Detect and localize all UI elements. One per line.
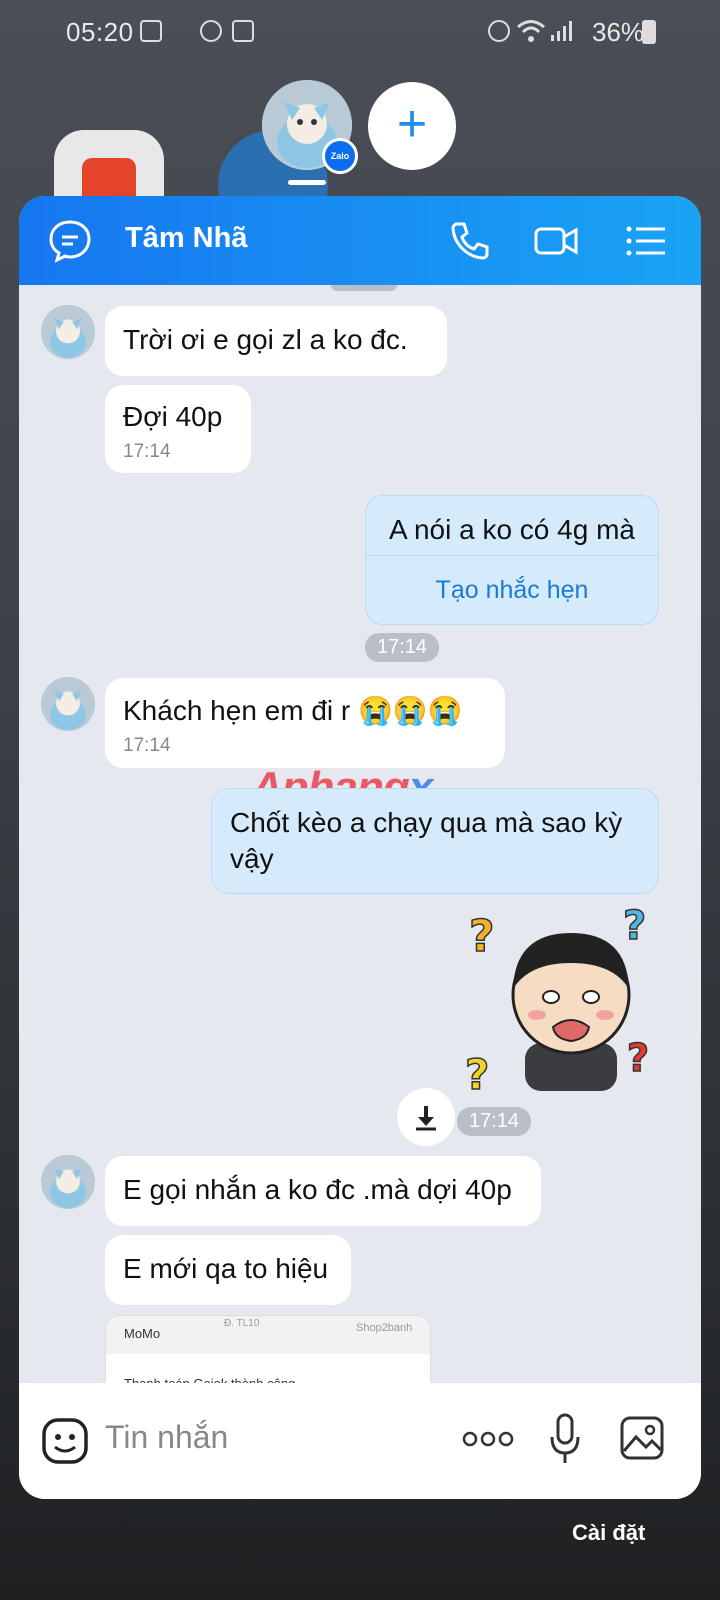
shop-label: Shop2banh [356, 1322, 413, 1334]
cat-avatar-image [41, 1155, 95, 1209]
download-icon [416, 1106, 436, 1131]
status-bar: 05:20 36% [0, 0, 720, 64]
battery-icon [642, 20, 656, 44]
image-gallery-icon[interactable] [619, 1415, 665, 1461]
more-options-icon[interactable] [461, 1429, 515, 1449]
add-bubble-button[interactable]: + [368, 82, 456, 170]
gallery-icon [232, 20, 254, 42]
svg-text:?: ? [627, 1036, 649, 1080]
chat-list-icon[interactable] [47, 218, 93, 264]
confused-boy-sticker[interactable]: ? ? ? ? [463, 903, 663, 1098]
message-bubble[interactable]: Đợi 40p 17:14 [105, 385, 251, 473]
svg-text:?: ? [469, 911, 495, 962]
alarm-icon [488, 20, 510, 42]
chat-header: Tâm Nhã [19, 196, 701, 285]
video-call-icon[interactable] [533, 218, 579, 264]
message-text: Đợi 40p [123, 401, 223, 432]
message-text: E gọi nhắn a ko đc .mà dợi 40p [123, 1174, 512, 1205]
message-bubble[interactable]: E mới qa to hiệu [105, 1235, 351, 1305]
message-text: E mới qa to hiệu [123, 1253, 329, 1284]
sticker-emoji-icon[interactable] [41, 1417, 89, 1465]
phone-call-icon[interactable] [447, 218, 493, 264]
message-bubble[interactable]: E gọi nhắn a ko đc .mà dợi 40p [105, 1156, 541, 1226]
cat-avatar-image [41, 305, 95, 359]
download-button[interactable] [397, 1088, 455, 1146]
wifi-icon [517, 20, 545, 42]
message-text: A nói a ko có 4g mà [389, 514, 635, 545]
road-label: Đ. TL10 [224, 1318, 260, 1329]
my-message-bubble[interactable]: A nói a ko có 4g mà Tạo nhắc hẹn [365, 495, 659, 625]
my-message-bubble[interactable]: Chốt kèo a chạy qua mà sao kỳ vậy [211, 788, 659, 894]
incognito-icon [200, 20, 222, 42]
notification-icon [140, 20, 162, 42]
battery-percent: 36% [592, 17, 645, 47]
signal-icon [551, 21, 572, 41]
message-time: 17:14 [123, 735, 171, 756]
message-text: Trời ơi e gọi zl a ko đc. [123, 324, 408, 355]
settings-link[interactable]: Cài đặt [572, 1520, 645, 1546]
message-list[interactable]: Trời ơi e gọi zl a ko đc. Đợi 40p 17:14 … [19, 285, 701, 1404]
message-time: 17:14 [365, 633, 440, 662]
momo-label: MoMo [124, 1326, 161, 1341]
contact-name[interactable]: Tâm Nhã [125, 222, 247, 255]
chat-window: Tâm Nhã Trời ơi e gọi zl a ko đc. Đợi 40… [19, 196, 701, 1499]
status-time: 05:20 [66, 17, 134, 47]
top-scroll-pill [331, 285, 397, 291]
message-bubble[interactable]: Trời ơi e gọi zl a ko đc. [105, 306, 447, 376]
sender-avatar[interactable] [41, 305, 95, 359]
sender-avatar[interactable] [41, 677, 95, 731]
svg-text:?: ? [465, 1050, 489, 1098]
message-input-bar: Tin nhắn [19, 1383, 701, 1499]
message-text: Chốt kèo a chạy qua mà sao kỳ vậy [230, 807, 623, 874]
zalo-badge-icon: Zalo [322, 138, 358, 174]
cat-avatar-image [41, 677, 95, 731]
create-reminder-button[interactable]: Tạo nhắc hẹn [366, 555, 658, 624]
message-time: 17:14 [457, 1107, 532, 1136]
menu-list-icon[interactable] [623, 218, 669, 264]
svg-text:?: ? [623, 903, 646, 949]
sender-avatar[interactable] [41, 1155, 95, 1209]
message-input[interactable]: Tin nhắn [105, 1419, 228, 1456]
active-bubble-indicator [288, 180, 326, 185]
microphone-icon[interactable] [549, 1413, 581, 1465]
message-time: 17:14 [123, 441, 171, 462]
message-bubble[interactable]: Khách hẹn em đi r 😭😭😭 17:14 [105, 678, 505, 768]
message-text: Khách hẹn em đi r 😭😭😭 [123, 695, 463, 726]
